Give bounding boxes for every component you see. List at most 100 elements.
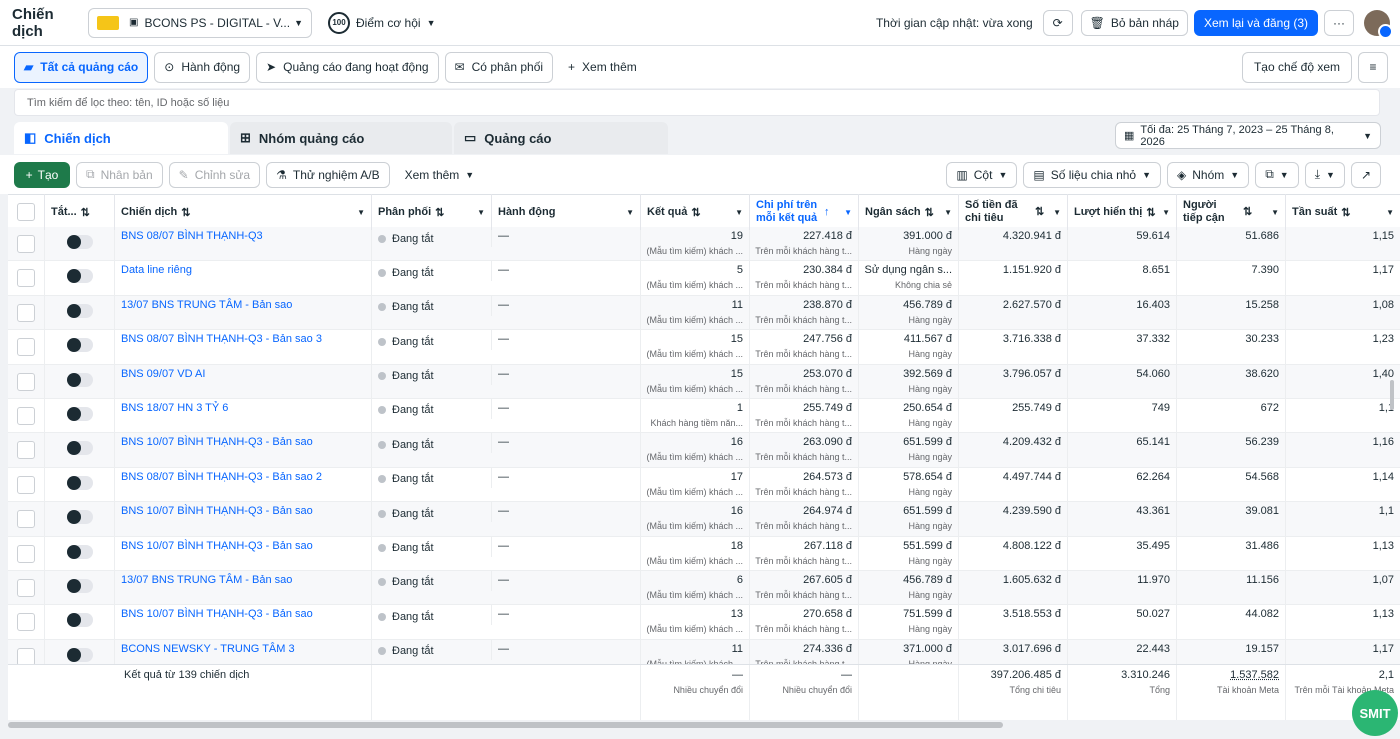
smit-widget-button[interactable]: SMIT — [1352, 690, 1398, 736]
tab-campaigns[interactable]: ◧ Chiến dịch — [14, 122, 228, 154]
budget-value[interactable]: 578.654 đ — [903, 471, 952, 483]
table-row[interactable]: BNS 10/07 BÌNH THẠNH-Q3 - Bản sao Đang tắ… — [8, 502, 1400, 537]
col-campaign[interactable]: Chiến dịch ⇅ ▼ — [115, 194, 372, 230]
table-row[interactable]: BNS 08/07 BÌNH THẠNH-Q3 Đang tắt — 19 (Mẫu t… — [8, 227, 1400, 262]
row-checkbox[interactable] — [17, 338, 35, 357]
row-checkbox[interactable] — [17, 269, 35, 288]
row-checkbox[interactable] — [17, 441, 35, 460]
group-button[interactable]: ◈ Nhóm ▼ — [1167, 161, 1250, 188]
budget-value[interactable]: 551.599 đ — [903, 540, 952, 552]
table-row[interactable]: BNS 10/07 BÌNH THẠNH-Q3 - Bản sao Đang tắ… — [8, 433, 1400, 468]
filter-delivery[interactable]: ✉ Có phân phối — [444, 51, 554, 83]
campaign-name-link[interactable]: BNS 09/07 VD AI — [121, 368, 365, 380]
settings-button[interactable]: ≡ — [1358, 51, 1388, 83]
row-checkbox[interactable] — [17, 510, 35, 529]
campaign-toggle[interactable] — [66, 235, 93, 249]
col-reach[interactable]: Người tiếp cận ⇅ ▼ — [1177, 194, 1286, 230]
select-all-checkbox[interactable] — [17, 203, 35, 221]
filter-more[interactable]: + Xem thêm — [559, 51, 646, 83]
budget-value[interactable]: 392.569 đ — [903, 368, 952, 380]
col-cost-per-result[interactable]: Chi phí trên mỗi kết quả ↑ ▼ — [750, 194, 859, 230]
campaign-name-link[interactable]: BNS 10/07 BÌNH THẠNH-Q3 - Bản sao — [121, 436, 365, 448]
row-checkbox[interactable] — [17, 475, 35, 494]
campaign-toggle[interactable] — [66, 406, 93, 421]
create-button[interactable]: + Tạo — [14, 161, 70, 188]
table-row[interactable]: Data line riêng Đang tắt — 5 (Mẫu tìm kiếm) … — [8, 261, 1400, 296]
col-results[interactable]: Kết quả ⇅ ▼ — [641, 194, 750, 230]
campaign-name-link[interactable]: 13/07 BNS TRUNG TÂM - Bản sao — [121, 299, 365, 311]
table-row[interactable]: BNS 10/07 BÌNH THẠNH-Q3 - Bản sao Đang tắ… — [8, 605, 1400, 640]
more-actions-button[interactable]: Xem thêm ▼ — [395, 161, 484, 188]
budget-value[interactable]: 651.599 đ — [903, 436, 952, 448]
budget-value[interactable]: 651.599 đ — [903, 505, 952, 517]
table-row[interactable]: 13/07 BNS TRUNG TÂM - Bản sao Đang tắt — 11… — [8, 295, 1400, 331]
col-action[interactable]: Hành động ▼ — [492, 194, 641, 230]
report-button[interactable]: ⧉ ▼ — [1255, 161, 1299, 188]
row-checkbox[interactable] — [17, 372, 35, 391]
refresh-button[interactable]: ⟳ — [1042, 9, 1073, 36]
campaign-name-link[interactable]: BNS 10/07 BÌNH THẠNH-Q3 - Bản sao — [121, 540, 365, 552]
duplicate-button[interactable]: ⧉ Nhân bản — [76, 161, 163, 188]
col-spent[interactable]: Số tiền đã chi tiêu ⇅ ▼ — [959, 194, 1068, 230]
discard-drafts-button[interactable]: 🗑 Bỏ bản nháp — [1080, 9, 1188, 36]
col-frequency[interactable]: Tần suất ⇅ ▼ — [1286, 194, 1400, 230]
budget-value[interactable]: Sử dụng ngân s... — [865, 264, 952, 276]
col-impressions[interactable]: Lượt hiển thị ⇅ ▼ — [1068, 194, 1177, 230]
col-budget[interactable]: Ngân sách ⇅ ▼ — [859, 194, 959, 230]
chart-button[interactable]: ↗ — [1350, 161, 1381, 188]
budget-value[interactable]: 456.789 đ — [903, 574, 952, 586]
tab-ads[interactable]: ▭ Quảng cáo — [454, 122, 668, 154]
export-button[interactable]: ⤓ ▼ — [1304, 161, 1345, 188]
campaign-toggle[interactable] — [66, 441, 93, 456]
campaign-toggle[interactable] — [66, 303, 93, 318]
campaign-toggle[interactable] — [66, 269, 93, 284]
campaign-toggle[interactable] — [66, 372, 93, 387]
row-checkbox[interactable] — [17, 578, 35, 597]
search-input[interactable]: Tìm kiếm để lọc theo: tên, ID hoặc số li… — [14, 89, 1380, 116]
campaign-name-link[interactable]: BNS 08/07 BÌNH THẠNH-Q3 - Bản sao 3 — [121, 333, 365, 345]
account-selector[interactable]: ▣ BCONS PS - DIGITAL - V... ▼ — [88, 7, 312, 38]
budget-value[interactable]: 751.599 đ — [903, 608, 952, 620]
more-button[interactable]: ··· — [1324, 9, 1354, 36]
opportunity-score[interactable]: 100 Điểm cơ hội ▼ — [328, 11, 435, 34]
campaign-toggle[interactable] — [66, 647, 93, 662]
table-row[interactable]: BCONS NEWSKY - TRUNG TÂM 3 Đang tắt —11 (Mẫ… — [8, 639, 1400, 664]
row-checkbox[interactable] — [17, 647, 35, 664]
row-checkbox[interactable] — [17, 544, 35, 563]
col-toggle[interactable]: Tắt... ⇅ — [45, 194, 115, 230]
table-row[interactable]: BNS 08/07 BÌNH THẠNH-Q3 - Bản sao 2 Đang … — [8, 467, 1400, 503]
col-delivery[interactable]: Phân phối ⇅ ▼ — [372, 194, 492, 230]
filter-active-ads[interactable]: ➤ Quảng cáo đang hoạt động — [256, 51, 439, 83]
budget-value[interactable]: 456.789 đ — [903, 299, 952, 311]
table-row[interactable]: 13/07 BNS TRUNG TÂM - Bản sao Đang tắt — 6 (… — [8, 570, 1400, 606]
create-view-button[interactable]: Tạo chế độ xem — [1241, 51, 1352, 83]
tab-ad-sets[interactable]: ⊞ Nhóm quảng cáo — [230, 122, 452, 154]
campaign-name-link[interactable]: BNS 18/07 HN 3 TỶ 6 — [121, 402, 365, 414]
campaign-name-link[interactable]: 13/07 BNS TRUNG TÂM - Bản sao — [121, 574, 365, 586]
budget-value[interactable]: 371.000 đ — [903, 643, 952, 655]
budget-value[interactable]: 391.000 đ — [903, 230, 952, 242]
campaign-name-link[interactable]: BNS 10/07 BÌNH THẠNH-Q3 - Bản sao — [121, 608, 365, 620]
campaign-name-link[interactable]: Data line riêng — [121, 264, 365, 276]
campaign-name-link[interactable]: BNS 10/07 BÌNH THẠNH-Q3 - Bản sao — [121, 505, 365, 517]
date-range-picker[interactable]: ▦ Tối đa: 25 Tháng 7, 2023 – 25 Tháng 8,… — [1115, 122, 1381, 149]
breakdown-button[interactable]: ▤ Số liệu chia nhỏ ▼ — [1023, 161, 1162, 188]
row-checkbox[interactable] — [17, 235, 35, 253]
table-row[interactable]: BNS 09/07 VD AI Đang tắt — 15 (Mẫu tìm kiếm)… — [8, 364, 1400, 399]
edit-button[interactable]: ✎ Chỉnh sửa — [168, 161, 261, 188]
avatar[interactable] — [1364, 9, 1393, 39]
campaign-toggle[interactable] — [66, 613, 93, 628]
campaign-toggle[interactable] — [66, 544, 93, 559]
filter-all-ads[interactable]: ▰ Tất cả quảng cáo — [14, 51, 149, 83]
table-row[interactable]: BNS 18/07 HN 3 TỶ 6 Đang tắt — 1 Khách hàng … — [8, 398, 1400, 434]
campaign-toggle[interactable] — [66, 475, 93, 490]
campaign-toggle[interactable] — [66, 578, 93, 593]
row-checkbox[interactable] — [17, 406, 35, 425]
review-publish-button[interactable]: Xem lại và đăng (3) — [1193, 9, 1318, 36]
campaign-toggle[interactable] — [66, 338, 93, 353]
filter-actions[interactable]: ⊙ Hành động — [154, 51, 251, 83]
campaign-name-link[interactable]: BNS 08/07 BÌNH THẠNH-Q3 - Bản sao 2 — [121, 471, 365, 483]
row-checkbox[interactable] — [17, 613, 35, 632]
table-row[interactable]: BNS 08/07 BÌNH THẠNH-Q3 - Bản sao 3 Đang … — [8, 330, 1400, 365]
campaign-name-link[interactable]: BCONS NEWSKY - TRUNG TÂM 3 — [121, 643, 365, 655]
